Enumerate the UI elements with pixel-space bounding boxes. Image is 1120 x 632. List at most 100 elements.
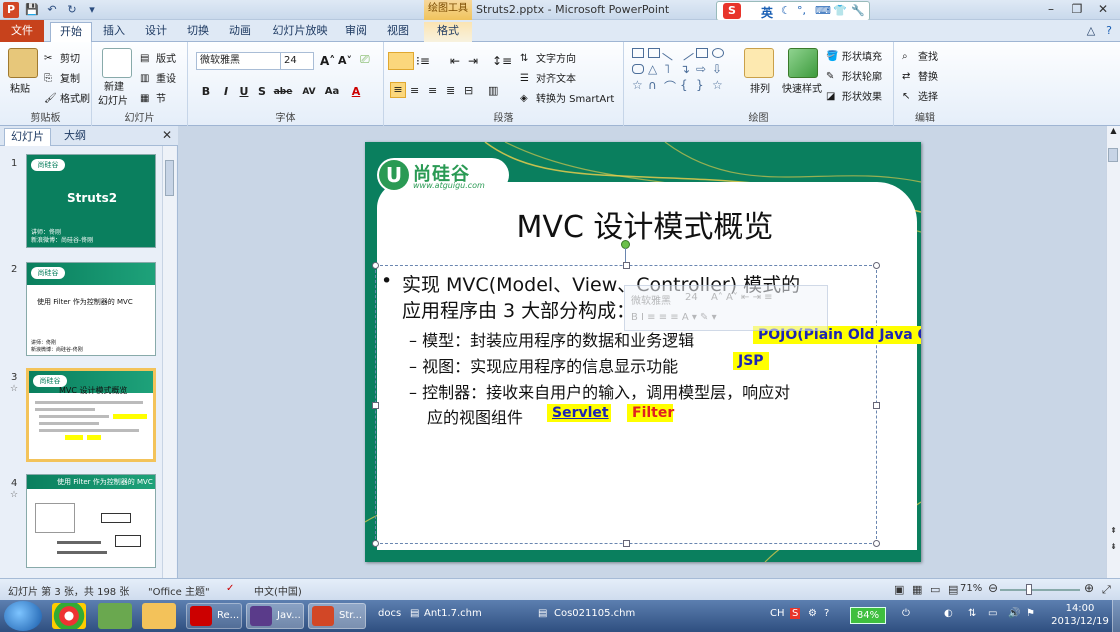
- align-text-button[interactable]: ☰ 对齐文本: [520, 70, 576, 85]
- reading-view-icon[interactable]: ▭: [930, 583, 940, 596]
- find-button[interactable]: ⌕ 查找: [902, 48, 938, 63]
- keyboard-icon[interactable]: ⌨: [815, 4, 831, 17]
- shape-fill-button[interactable]: 🪣 形状填充: [826, 48, 882, 63]
- grow-font-icon[interactable]: A˄: [320, 54, 335, 68]
- arrange-button[interactable]: 排列: [750, 80, 770, 95]
- zoom-out-icon[interactable]: ⊖: [988, 581, 998, 595]
- columns-icon[interactable]: ▥: [488, 84, 498, 97]
- restore-button[interactable]: ❐: [1064, 0, 1090, 20]
- tab-animations[interactable]: 动画: [224, 22, 256, 42]
- resize-handle-t[interactable]: [623, 262, 630, 269]
- star-shape-icon[interactable]: ☆: [632, 78, 643, 92]
- section-button[interactable]: ▦ 节: [140, 90, 166, 105]
- sogou-ime-icon[interactable]: S: [723, 3, 741, 19]
- rectangle-shape-icon[interactable]: [696, 48, 708, 58]
- resize-handle-bl[interactable]: [372, 540, 379, 547]
- tab-transitions[interactable]: 切换: [182, 22, 214, 42]
- new-slide-label-1[interactable]: 新建: [104, 78, 124, 93]
- select-button[interactable]: ↖ 选择: [902, 88, 938, 103]
- save-icon[interactable]: 💾: [24, 2, 40, 18]
- slide-thumbnail-1[interactable]: 尚硅谷 Struts2 讲师：佟刚 新浪微博：尚硅谷-佟刚: [26, 154, 156, 248]
- shadow-icon[interactable]: S: [254, 84, 270, 100]
- redo-icon[interactable]: ↻: [64, 2, 80, 18]
- new-slide-icon[interactable]: [102, 48, 132, 78]
- slide-title[interactable]: MVC 设计模式概览: [425, 202, 865, 246]
- scroll-thumb[interactable]: [1108, 148, 1118, 162]
- scroll-thumb[interactable]: [165, 160, 174, 196]
- tab-insert[interactable]: 插入: [98, 22, 130, 42]
- tab-slides[interactable]: 幻灯片: [4, 128, 51, 146]
- slideshow-view-icon[interactable]: ▤: [948, 583, 958, 596]
- arrow-shape-icon[interactable]: [678, 45, 694, 61]
- zoom-slider-knob[interactable]: [1026, 584, 1032, 595]
- wrench-icon[interactable]: 🔧: [851, 4, 865, 17]
- tab-outline[interactable]: 大纲: [58, 128, 92, 146]
- battery-indicator[interactable]: 84%: [850, 607, 886, 624]
- align-right-icon[interactable]: ≡: [428, 84, 437, 97]
- language-status[interactable]: 中文(中国): [254, 583, 302, 598]
- powerpoint-app-icon[interactable]: P: [3, 2, 19, 18]
- curve-shape-icon[interactable]: ∩: [648, 78, 657, 92]
- slide-thumbnail-2[interactable]: 尚硅谷 使用 Filter 作为控制器的 MVC 讲师：佟刚 新浪微博：尚硅谷-…: [26, 262, 156, 356]
- strikethrough-icon[interactable]: abe: [272, 84, 294, 100]
- resize-handle-b[interactable]: [623, 540, 630, 547]
- close-button[interactable]: ✕: [1090, 0, 1116, 20]
- triangle-shape-icon[interactable]: △: [648, 62, 657, 76]
- taskbar-item-java-ee[interactable]: Jav...: [246, 603, 304, 629]
- align-left-icon[interactable]: ≡: [390, 82, 406, 98]
- star-burst-shape-icon[interactable]: ☆: [712, 78, 723, 92]
- change-case-icon[interactable]: Aa: [322, 84, 342, 100]
- brace-left-shape-icon[interactable]: {: [680, 78, 688, 92]
- rounded-rect-shape-icon[interactable]: [632, 64, 644, 74]
- connector-shape-icon[interactable]: ˥: [664, 62, 670, 76]
- oval-shape-icon[interactable]: [712, 48, 724, 58]
- explorer-icon[interactable]: [142, 603, 176, 629]
- taskbar-item-ant[interactable]: Ant1.7.chm: [424, 608, 482, 619]
- plug-icon[interactable]: ⏻: [902, 608, 910, 619]
- chm-icon[interactable]: ▤: [538, 608, 547, 619]
- clear-format-icon[interactable]: ⎚: [360, 52, 370, 67]
- vertical-textbox-shape-icon[interactable]: [648, 48, 660, 58]
- normal-view-icon[interactable]: ▣: [894, 583, 904, 596]
- zoom-level[interactable]: 71%: [960, 583, 982, 594]
- sogou-tray-icon[interactable]: S: [790, 608, 801, 619]
- tray-flag-icon[interactable]: ⚑: [1026, 608, 1035, 619]
- clock[interactable]: 14:00 2013/12/19: [1050, 602, 1110, 628]
- taskbar-item-powerpoint[interactable]: Str...: [308, 603, 366, 629]
- numbering-icon[interactable]: ⁝≡: [416, 54, 430, 68]
- tray-monitor-icon[interactable]: ▭: [988, 608, 997, 619]
- font-name-box[interactable]: 微软雅黑: [196, 52, 284, 70]
- tray-gear-icon[interactable]: ⚙: [808, 608, 817, 619]
- arrange-icon[interactable]: [744, 48, 774, 78]
- mini-format-icons[interactable]: B I ≡ ≡ ≡ A ▾ ✎ ▾: [631, 312, 717, 323]
- editor-vertical-scrollbar[interactable]: ▲ ⇞ ⇟: [1106, 126, 1120, 578]
- tray-network-icon[interactable]: ⇅: [968, 608, 976, 619]
- resize-handle-l[interactable]: [372, 402, 379, 409]
- shrink-font-icon[interactable]: A˅: [338, 54, 352, 67]
- scroll-up-icon[interactable]: ▲: [1107, 126, 1120, 138]
- bullets-button[interactable]: [388, 52, 414, 70]
- start-button[interactable]: [4, 601, 42, 631]
- tab-slideshow[interactable]: 幻灯片放映: [268, 22, 332, 42]
- paste-icon[interactable]: [8, 48, 38, 78]
- chm-icon[interactable]: ▤: [410, 608, 419, 619]
- align-center-icon[interactable]: ≡: [410, 84, 419, 97]
- chrome-icon[interactable]: [52, 603, 86, 629]
- moon-icon[interactable]: ☾: [781, 4, 791, 17]
- new-slide-label-2[interactable]: 幻灯片: [98, 92, 128, 107]
- char-spacing-icon[interactable]: AV: [298, 84, 320, 100]
- brace-right-shape-icon[interactable]: }: [696, 78, 704, 92]
- copy-button[interactable]: ⎘ 复制: [44, 70, 80, 85]
- mini-font-name[interactable]: 微软雅黑: [631, 292, 671, 307]
- justify-icon[interactable]: ≣: [446, 84, 455, 97]
- tab-format[interactable]: 格式: [424, 22, 472, 42]
- tray-app-icon[interactable]: ◐: [944, 608, 953, 619]
- mini-font-size[interactable]: 24: [685, 292, 698, 303]
- resize-handle-br[interactable]: [873, 540, 880, 547]
- ime-toolbar[interactable]: S 英 ☾ °, ⌨ 👕 🔧: [716, 1, 870, 21]
- line-spacing-icon[interactable]: ↕≡: [492, 54, 512, 68]
- show-desktop-button[interactable]: [1112, 600, 1120, 632]
- font-size-box[interactable]: 24: [280, 52, 314, 70]
- prev-slide-icon[interactable]: ⇞: [1107, 526, 1120, 538]
- thumbnail-scrollbar[interactable]: [162, 146, 176, 578]
